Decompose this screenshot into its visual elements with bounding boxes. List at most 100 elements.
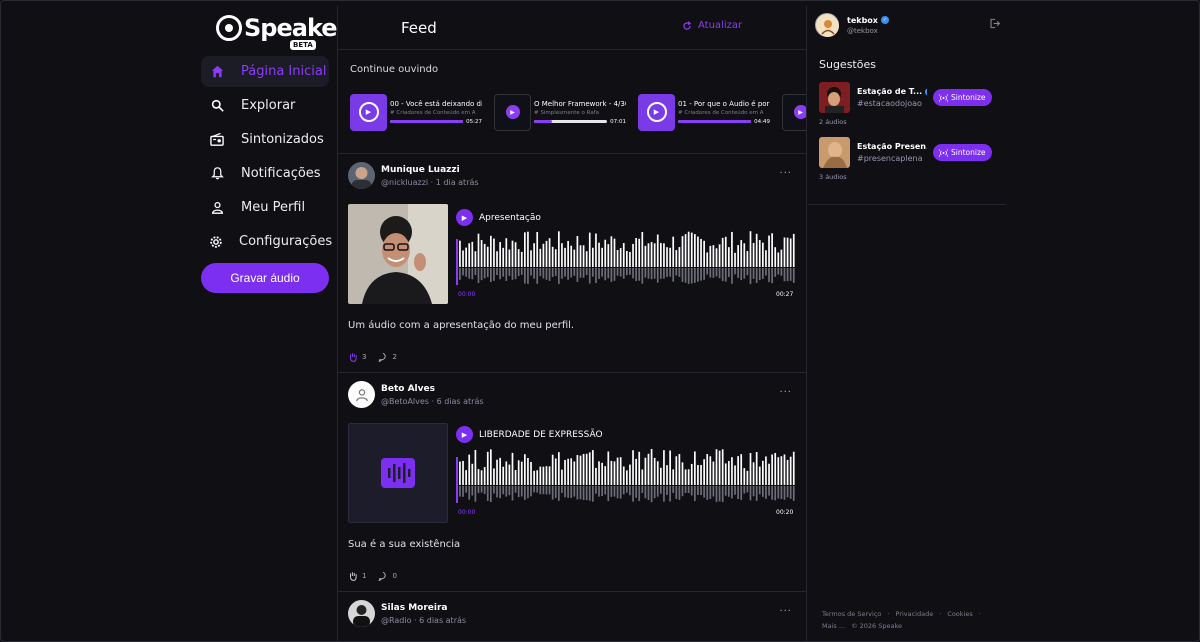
nav-item-explore[interactable]: Explorar <box>201 90 329 121</box>
wave-bar-reflection <box>629 268 631 275</box>
progress-bar[interactable] <box>534 120 608 123</box>
record-audio-button[interactable]: Gravar áudio <box>201 263 329 293</box>
wave-bar-reflection <box>632 486 634 502</box>
wave-bar <box>496 459 498 485</box>
nav-item-settings[interactable]: Configurações <box>201 226 332 257</box>
wave-bar <box>595 233 597 267</box>
wave-bar-reflection <box>786 268 789 282</box>
play-button[interactable]: ▶ <box>456 426 473 443</box>
post-actions: 1 0 <box>348 571 397 581</box>
tune-in-button[interactable]: Sintonize <box>933 89 992 106</box>
wave-bar-reflection <box>740 268 743 281</box>
continue-card[interactable]: ▶ O Melhor Framework - 4/309 # Simplesme… <box>494 92 626 132</box>
wave-bar <box>486 246 489 267</box>
progress-bar[interactable] <box>678 120 752 123</box>
reaction-button[interactable]: 1 <box>348 571 366 581</box>
wave-bar <box>762 242 764 267</box>
current-user[interactable]: tekbox ✓ @tekbox <box>815 13 889 37</box>
wave-bar-reflection <box>712 486 715 497</box>
comment-button[interactable]: 2 <box>378 352 397 362</box>
wave-bar <box>669 450 671 485</box>
nav-item-notifications[interactable]: Notificações <box>201 158 329 189</box>
avatar[interactable] <box>348 600 375 627</box>
wave-bar-reflection <box>660 486 662 494</box>
wave-bar <box>644 457 647 485</box>
comment-button[interactable]: 0 <box>378 571 397 581</box>
footer-link-cookies[interactable]: Cookies <box>947 610 972 618</box>
feed-post: Silas Moreira @Radio · 6 dias atrás ··· <box>338 592 806 642</box>
nav-item-home[interactable]: Página Inicial <box>201 56 329 87</box>
wave-bar <box>715 248 718 267</box>
station-tag: #presencaplena <box>857 154 923 163</box>
wave-bar <box>474 449 477 485</box>
progress-bar[interactable] <box>390 120 464 123</box>
wave-bar-reflection <box>536 268 539 284</box>
nav-label: Explorar <box>241 98 296 113</box>
wave-bar <box>548 466 551 485</box>
wave-bar-reflection <box>499 486 501 499</box>
wave-bar <box>545 240 548 267</box>
station-image[interactable] <box>819 137 850 168</box>
wave-bar-reflection <box>533 486 535 493</box>
nav-item-tuned[interactable]: Sintonizados <box>201 124 329 155</box>
wave-bar <box>558 452 560 485</box>
refresh-button[interactable]: Atualizar <box>682 20 742 31</box>
station-tag: #estacaodojoao <box>857 99 922 108</box>
playhead[interactable] <box>456 239 458 285</box>
station-image[interactable] <box>819 82 850 113</box>
wave-bar <box>595 467 597 485</box>
refresh-label: Atualizar <box>698 20 743 31</box>
wave-bar-reflection <box>576 268 579 282</box>
tune-in-button[interactable]: Sintonize <box>933 144 992 161</box>
footer-link-more[interactable]: Mais ... <box>822 622 845 630</box>
wave-bar <box>666 465 668 485</box>
author-name[interactable]: Beto Alves <box>381 384 484 394</box>
continue-card[interactable]: ▶ 01 - Por que o Áudio é por qu # Criado… <box>638 92 770 132</box>
continue-card[interactable]: ▶ 00 - Você está deixando dinh # Criador… <box>350 92 482 132</box>
wave-bar-reflection <box>462 486 464 497</box>
wave-bar-reflection <box>647 486 650 501</box>
footer-link-privacy[interactable]: Privacidade <box>895 610 933 618</box>
continue-listening: Continue ouvindo ▶ 00 - Você está deixan… <box>338 50 806 154</box>
post-caption: Um áudio com a apresentação do meu perfi… <box>348 320 575 331</box>
more-options-button[interactable]: ··· <box>779 168 792 179</box>
wave-bar <box>496 251 498 267</box>
wave-bar <box>477 469 480 485</box>
wave-bar <box>548 238 551 267</box>
more-options-button[interactable]: ··· <box>779 387 792 398</box>
avatar[interactable] <box>348 381 375 408</box>
nav-item-profile[interactable]: Meu Perfil <box>201 192 329 223</box>
playhead[interactable] <box>456 457 458 503</box>
station-name[interactable]: Estação de T... <box>857 87 922 96</box>
wave-bar <box>533 243 535 267</box>
wave-bar-reflection <box>783 486 786 500</box>
wave-bar-reflection <box>520 486 523 497</box>
logout-icon[interactable] <box>989 18 1001 32</box>
wave-bar <box>517 249 520 267</box>
wave-bar <box>635 458 637 485</box>
author-name[interactable]: Munique Luazzi <box>381 165 479 175</box>
more-options-button[interactable]: ··· <box>779 606 792 617</box>
logo[interactable]: Speake BETA <box>216 14 338 50</box>
station-name[interactable]: Estação Presen... <box>857 142 927 151</box>
author-name[interactable]: Silas Moreira <box>381 603 466 613</box>
footer-link-terms[interactable]: Termos de Serviço <box>822 610 881 618</box>
wave-bar <box>731 231 733 267</box>
audio-title-row: ▶ LIBERDADE DE EXPRESSÃO <box>456 426 603 443</box>
audio-waveform[interactable] <box>456 231 796 287</box>
audio-title: LIBERDADE DE EXPRESSÃO <box>479 429 603 440</box>
wave-bar <box>740 240 743 267</box>
wave-bar-reflection <box>477 486 480 494</box>
continue-card[interactable]: ▶ <box>782 92 806 132</box>
wave-bar <box>724 463 727 485</box>
wave-bar-reflection <box>675 486 678 499</box>
play-button[interactable]: ▶ <box>456 209 473 226</box>
reaction-button[interactable]: 3 <box>348 352 366 362</box>
wave-bar <box>715 449 718 485</box>
wave-bar-reflection <box>496 486 498 498</box>
wave-bar <box>703 240 705 267</box>
avatar[interactable] <box>348 162 375 189</box>
tune-in-label: Sintonize <box>951 148 986 157</box>
wave-bar <box>554 458 557 485</box>
audio-waveform[interactable] <box>456 449 796 505</box>
